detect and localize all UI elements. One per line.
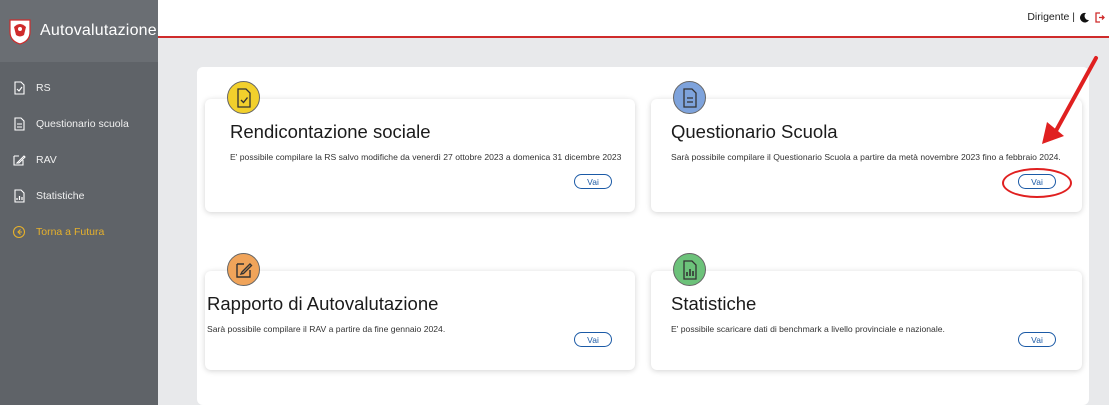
card-rendicontazione-sociale: Rendicontazione sociale E' possibile com… <box>205 81 635 212</box>
card-title: Rapporto di Autovalutazione <box>207 293 439 314</box>
vai-button[interactable]: Vai <box>1018 332 1056 347</box>
sidebar: Autovalutazione RS Questionario scuola R… <box>0 0 158 405</box>
card-rapporto-di-autovalutazione: Rapporto di Autovalutazione Sarà possibi… <box>205 253 635 370</box>
card-statistiche: Statistiche E' possibile scaricare dati … <box>651 253 1082 370</box>
sidebar-item-label: RS <box>36 82 51 94</box>
document-lines-icon <box>673 81 706 114</box>
back-circle-icon <box>12 225 26 239</box>
sidebar-item-label: Statistiche <box>36 190 85 202</box>
sidebar-item-statistiche[interactable]: Statistiche <box>0 178 158 214</box>
chart-document-icon <box>12 189 26 203</box>
card-title: Questionario Scuola <box>671 121 838 142</box>
logout-icon[interactable] <box>1094 11 1105 23</box>
annotation-ellipse <box>1002 168 1072 198</box>
edit-icon <box>227 253 260 286</box>
document-check-icon <box>227 81 260 114</box>
card-title: Statistiche <box>671 293 757 314</box>
card-description: Sarà possibile compilare il RAV a partir… <box>207 324 446 334</box>
brand[interactable]: Autovalutazione <box>0 0 158 62</box>
sidebar-item-questionario[interactable]: Questionario scuola <box>0 106 158 142</box>
logo-icon <box>9 19 31 45</box>
topbar: Dirigente | <box>158 0 1109 38</box>
vai-button[interactable]: Vai <box>574 174 612 189</box>
sidebar-item-label: RAV <box>36 154 57 166</box>
sidebar-item-torna-a-futura[interactable]: Torna a Futura <box>0 214 158 250</box>
app-title: Autovalutazione <box>40 22 157 39</box>
annotation-arrow-icon <box>1042 56 1098 144</box>
moon-icon[interactable] <box>1079 12 1090 23</box>
user-role: Dirigente | <box>1027 11 1075 23</box>
sidebar-item-label: Questionario scuola <box>36 118 129 130</box>
document-lines-icon <box>12 117 26 131</box>
document-check-icon <box>12 81 26 95</box>
chart-document-icon <box>673 253 706 286</box>
sidebar-item-label: Torna a Futura <box>36 226 105 238</box>
user-area: Dirigente | <box>1027 11 1105 23</box>
sidebar-nav: RS Questionario scuola RAV Statistiche T… <box>0 62 158 250</box>
card-description: Sarà possibile compilare il Questionario… <box>671 152 1061 162</box>
sidebar-item-rs[interactable]: RS <box>0 70 158 106</box>
vai-button[interactable]: Vai <box>574 332 612 347</box>
sidebar-item-rav[interactable]: RAV <box>0 142 158 178</box>
card-title: Rendicontazione sociale <box>230 121 431 142</box>
card-description: E' possibile compilare la RS salvo modif… <box>230 152 622 162</box>
edit-icon <box>12 153 26 167</box>
